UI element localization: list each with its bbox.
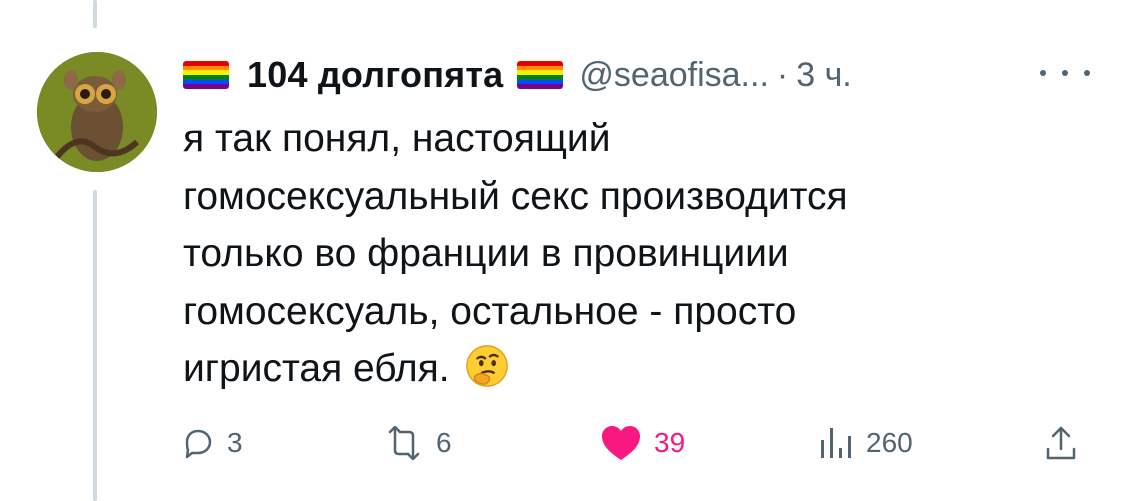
share-icon [1046, 426, 1076, 459]
tweet-line: только во франции в провинциии [183, 232, 789, 275]
repost-count: 6 [436, 426, 452, 458]
separator-dot: · [776, 55, 789, 94]
tweet-line: игристая ебля. [183, 347, 450, 390]
repost-button[interactable]: 6 [384, 415, 452, 470]
tweet-line: гомосексуальный секс производится [183, 174, 848, 218]
avatar[interactable] [37, 52, 157, 172]
tweet-actions: 3 6 39 260 [0, 415, 1125, 470]
more-dots-icon[interactable] [1040, 58, 1090, 88]
thread-line-top [93, 0, 97, 28]
tweet-text: я так понял, настоящий гомосексуальный с… [183, 110, 1063, 398]
tweet-line: гомосексуаль, остальное - просто [183, 289, 797, 333]
thinking-face-icon [466, 345, 509, 387]
reply-button[interactable]: 3 [181, 415, 243, 470]
rainbow-flag-icon [517, 61, 564, 89]
views-button[interactable]: 260 [818, 415, 913, 470]
tarsier-avatar-image [37, 52, 157, 172]
repost-icon [388, 425, 420, 460]
tweet-time[interactable]: 3 ч. [796, 56, 852, 95]
bar-chart-icon [821, 427, 851, 458]
rainbow-flag-icon [183, 61, 229, 89]
display-name[interactable]: 104 долгопята [247, 54, 503, 96]
reply-icon [185, 429, 212, 458]
like-button[interactable]: 39 [600, 415, 685, 470]
reply-count: 3 [227, 426, 243, 458]
like-count: 39 [654, 426, 686, 458]
tweet-container: 104 долгопята @seaofisa... · 3 ч. я так … [0, 0, 1125, 501]
views-count: 260 [866, 426, 913, 458]
tweet-last-line: игристая ебля. [183, 340, 1063, 398]
share-button[interactable] [1045, 415, 1077, 470]
user-handle[interactable]: @seaofisa... [579, 56, 769, 95]
heart-icon [602, 425, 640, 460]
tweet-header: 104 долгопята @seaofisa... · 3 ч. [183, 50, 1083, 100]
tweet-line: я так понял, настоящий [183, 117, 611, 160]
